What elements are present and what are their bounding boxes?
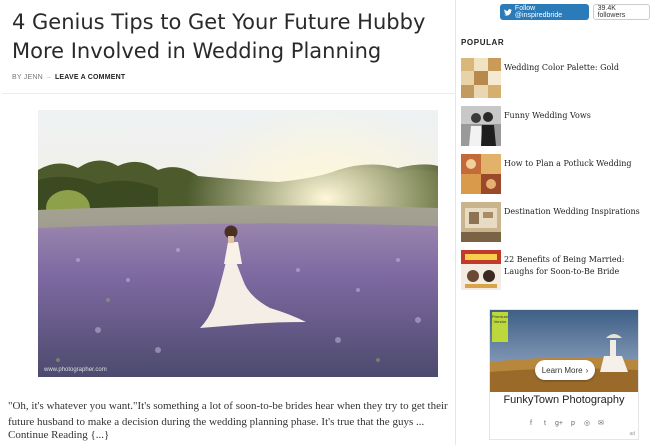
pinterest-icon[interactable]: p — [568, 419, 578, 429]
popular-heading: POPULAR — [461, 38, 505, 47]
learn-more-label: Learn More — [541, 365, 583, 375]
post-title[interactable]: 4 Genius Tips to Get Your Future Hubby M… — [12, 8, 452, 66]
googleplus-icon[interactable]: g+ — [554, 419, 564, 429]
gold-palette-thumbnail-icon — [461, 58, 501, 98]
vendor-ad[interactable]: Premium Vendor Learn More › FunkyTown Ph… — [489, 309, 639, 440]
premium-vendor-tag: Premium Vendor — [492, 312, 508, 342]
follow-label: Follow @inspiredbride — [514, 5, 563, 19]
sidebar: Follow @inspiredbride 39.4K followers PO… — [458, 0, 650, 445]
instagram-icon[interactable]: ◎ — [582, 419, 592, 429]
ad-mark: ad — [629, 431, 635, 437]
couple-thumbnail-icon — [461, 106, 501, 146]
benefits-thumbnail-icon — [461, 250, 501, 290]
learn-more-button[interactable]: Learn More › — [535, 360, 595, 380]
popular-post[interactable]: How to Plan a Potluck Wedding — [461, 154, 649, 196]
popular-post[interactable]: Destination Wedding Inspirations — [461, 202, 649, 244]
vendor-name[interactable]: FunkyTown Photography — [490, 394, 638, 406]
ad-image: Premium Vendor Learn More › — [490, 310, 638, 392]
twitter-bird-icon — [504, 8, 512, 16]
twitter-follow-button[interactable]: Follow @inspiredbride — [500, 4, 589, 20]
meta-separator: – — [46, 74, 51, 81]
food-thumbnail-icon — [461, 154, 501, 194]
popular-post[interactable]: 22 Benefits of Being Married: Laughs for… — [461, 250, 649, 292]
popular-post-title: Funny Wedding Vows — [504, 111, 591, 120]
popular-post-title: 22 Benefits of Being Married: Laughs for… — [504, 255, 625, 276]
post-meta: BY JENN – LEAVE A COMMENT — [12, 74, 125, 81]
popular-post-title: Destination Wedding Inspirations — [504, 207, 640, 216]
author-byline[interactable]: BY JENN — [12, 74, 43, 81]
destination-thumbnail-icon — [461, 202, 501, 242]
twitter-follow-widget: Follow @inspiredbride 39.4K followers — [500, 4, 650, 20]
popular-post-title: How to Plan a Potluck Wedding — [504, 159, 632, 168]
divider — [2, 93, 456, 94]
article: 4 Genius Tips to Get Your Future Hubby M… — [2, 0, 456, 445]
twitter-icon[interactable]: t — [540, 419, 550, 429]
popular-post[interactable]: Funny Wedding Vows — [461, 106, 649, 148]
popular-post[interactable]: Wedding Color Palette: Gold — [461, 58, 649, 100]
popular-post-title: Wedding Color Palette: Gold — [504, 63, 619, 72]
photo-credit: www.photographer.com — [44, 367, 107, 373]
email-icon[interactable]: ✉ — [596, 419, 606, 429]
continue-reading-link[interactable]: Continue Reading {...} — [8, 429, 109, 441]
bride-in-bluebonnet-field-photo — [38, 110, 438, 377]
vendor-social-links: f t g+ p ◎ ✉ — [526, 419, 606, 429]
article-excerpt: "Oh, it's whatever you want."It's someth… — [8, 400, 448, 428]
leave-comment-link[interactable]: LEAVE A COMMENT — [55, 74, 125, 81]
facebook-icon[interactable]: f — [526, 419, 536, 429]
chevron-right-icon: › — [585, 365, 589, 375]
follower-count: 39.4K followers — [592, 4, 650, 20]
hero-image[interactable]: www.photographer.com — [38, 110, 438, 377]
